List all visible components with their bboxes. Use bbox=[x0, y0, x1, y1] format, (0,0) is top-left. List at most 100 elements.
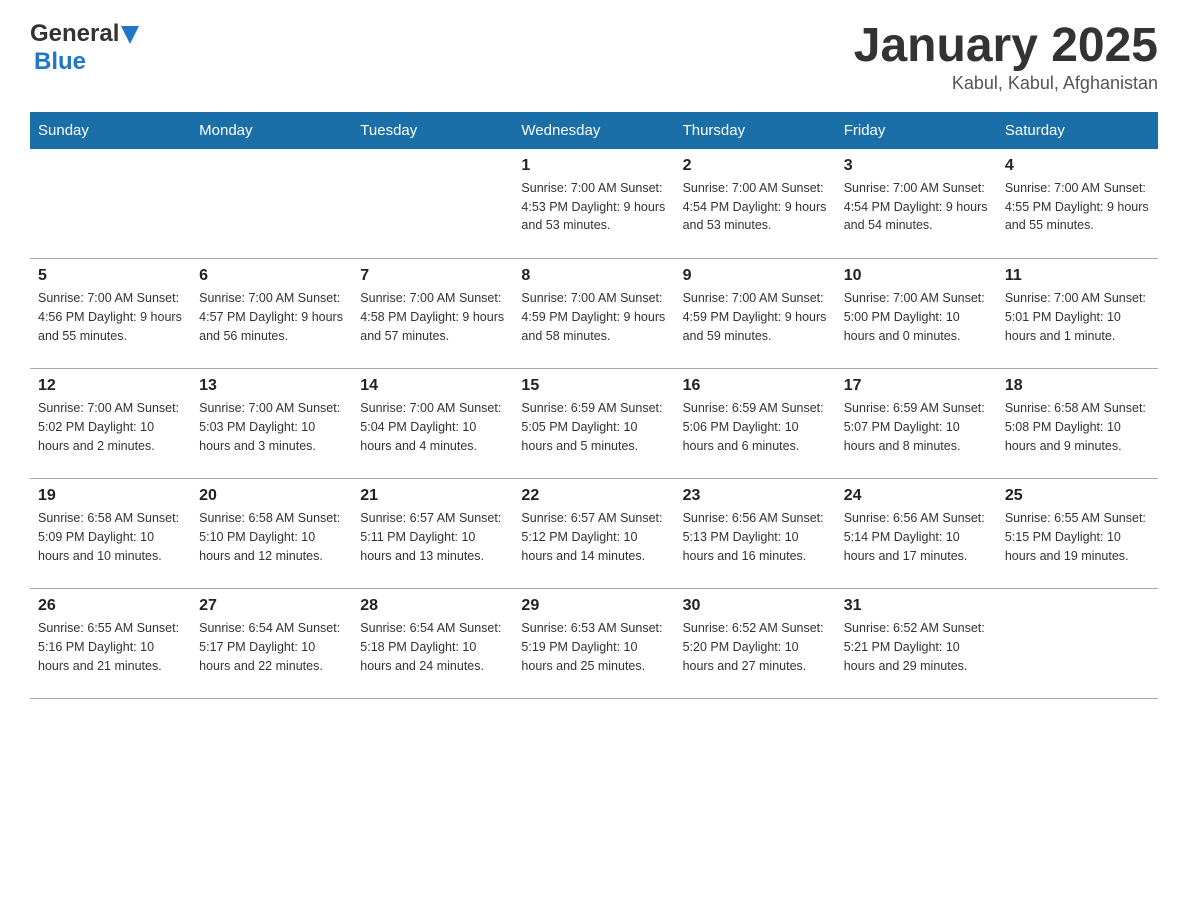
page-header: General Blue January 2025 Kabul, Kabul, … bbox=[30, 20, 1158, 94]
calendar-cell: 10 Sunrise: 7:00 AM Sunset: 5:00 PM Dayli… bbox=[836, 259, 997, 369]
day-info: Sunrise: 6:53 AM Sunset: 5:19 PM Dayligh… bbox=[521, 619, 666, 675]
day-info: Sunrise: 7:00 AM Sunset: 5:02 PM Dayligh… bbox=[38, 399, 183, 455]
calendar-week-4: 19 Sunrise: 6:58 AM Sunset: 5:09 PM Dayli… bbox=[30, 479, 1158, 589]
calendar-cell: 16 Sunrise: 6:59 AM Sunset: 5:06 PM Dayli… bbox=[675, 369, 836, 479]
col-tuesday: Tuesday bbox=[352, 112, 513, 149]
calendar-week-2: 5 Sunrise: 7:00 AM Sunset: 4:56 PM Daylig… bbox=[30, 259, 1158, 369]
day-info: Sunrise: 6:55 AM Sunset: 5:15 PM Dayligh… bbox=[1005, 509, 1150, 565]
calendar-cell: 25 Sunrise: 6:55 AM Sunset: 5:15 PM Dayli… bbox=[997, 479, 1158, 589]
day-info: Sunrise: 6:55 AM Sunset: 5:16 PM Dayligh… bbox=[38, 619, 183, 675]
calendar-cell: 11 Sunrise: 7:00 AM Sunset: 5:01 PM Dayli… bbox=[997, 259, 1158, 369]
day-number: 7 bbox=[360, 267, 505, 285]
calendar-week-1: 1 Sunrise: 7:00 AM Sunset: 4:53 PM Daylig… bbox=[30, 149, 1158, 259]
day-number: 11 bbox=[1005, 267, 1150, 285]
day-info: Sunrise: 7:00 AM Sunset: 4:53 PM Dayligh… bbox=[521, 179, 666, 235]
day-info: Sunrise: 7:00 AM Sunset: 4:54 PM Dayligh… bbox=[844, 179, 989, 235]
calendar-subtitle: Kabul, Kabul, Afghanistan bbox=[854, 73, 1158, 94]
day-number: 20 bbox=[199, 487, 344, 505]
calendar-cell bbox=[30, 149, 191, 259]
day-info: Sunrise: 6:54 AM Sunset: 5:17 PM Dayligh… bbox=[199, 619, 344, 675]
day-info: Sunrise: 6:56 AM Sunset: 5:13 PM Dayligh… bbox=[683, 509, 828, 565]
calendar-cell: 28 Sunrise: 6:54 AM Sunset: 5:18 PM Dayli… bbox=[352, 589, 513, 699]
calendar-body: 1 Sunrise: 7:00 AM Sunset: 4:53 PM Daylig… bbox=[30, 149, 1158, 699]
calendar-cell: 8Sunrise: 7:00 AM Sunset: 4:59 PM Daylig… bbox=[513, 259, 674, 369]
calendar-cell: 26 Sunrise: 6:55 AM Sunset: 5:16 PM Dayli… bbox=[30, 589, 191, 699]
calendar-cell: 3 Sunrise: 7:00 AM Sunset: 4:54 PM Daylig… bbox=[836, 149, 997, 259]
day-number: 22 bbox=[521, 487, 666, 505]
day-info: Sunrise: 6:52 AM Sunset: 5:20 PM Dayligh… bbox=[683, 619, 828, 675]
day-number: 30 bbox=[683, 597, 828, 615]
calendar-cell: 14Sunrise: 7:00 AM Sunset: 5:04 PM Dayli… bbox=[352, 369, 513, 479]
calendar-cell: 31Sunrise: 6:52 AM Sunset: 5:21 PM Dayli… bbox=[836, 589, 997, 699]
day-info: Sunrise: 7:00 AM Sunset: 5:04 PM Dayligh… bbox=[360, 399, 505, 455]
day-info: Sunrise: 6:57 AM Sunset: 5:11 PM Dayligh… bbox=[360, 509, 505, 565]
day-number: 27 bbox=[199, 597, 344, 615]
day-info: Sunrise: 7:00 AM Sunset: 5:00 PM Dayligh… bbox=[844, 289, 989, 345]
calendar-cell bbox=[352, 149, 513, 259]
calendar-cell: 29 Sunrise: 6:53 AM Sunset: 5:19 PM Dayli… bbox=[513, 589, 674, 699]
day-info: Sunrise: 6:58 AM Sunset: 5:10 PM Dayligh… bbox=[199, 509, 344, 565]
day-info: Sunrise: 7:00 AM Sunset: 4:57 PM Dayligh… bbox=[199, 289, 344, 345]
col-monday: Monday bbox=[191, 112, 352, 149]
day-info: Sunrise: 6:59 AM Sunset: 5:07 PM Dayligh… bbox=[844, 399, 989, 455]
day-number: 3 bbox=[844, 157, 989, 175]
day-info: Sunrise: 6:56 AM Sunset: 5:14 PM Dayligh… bbox=[844, 509, 989, 565]
calendar-cell bbox=[191, 149, 352, 259]
day-info: Sunrise: 7:00 AM Sunset: 5:03 PM Dayligh… bbox=[199, 399, 344, 455]
day-info: Sunrise: 7:00 AM Sunset: 4:55 PM Dayligh… bbox=[1005, 179, 1150, 235]
day-info: Sunrise: 6:58 AM Sunset: 5:08 PM Dayligh… bbox=[1005, 399, 1150, 455]
day-number: 25 bbox=[1005, 487, 1150, 505]
logo: General Blue bbox=[30, 20, 139, 76]
calendar-cell: 1 Sunrise: 7:00 AM Sunset: 4:53 PM Daylig… bbox=[513, 149, 674, 259]
day-number: 28 bbox=[360, 597, 505, 615]
day-info: Sunrise: 6:59 AM Sunset: 5:06 PM Dayligh… bbox=[683, 399, 828, 455]
calendar-cell: 4Sunrise: 7:00 AM Sunset: 4:55 PM Daylig… bbox=[997, 149, 1158, 259]
calendar-cell: 9 Sunrise: 7:00 AM Sunset: 4:59 PM Daylig… bbox=[675, 259, 836, 369]
day-number: 26 bbox=[38, 597, 183, 615]
col-thursday: Thursday bbox=[675, 112, 836, 149]
day-info: Sunrise: 7:00 AM Sunset: 4:59 PM Dayligh… bbox=[683, 289, 828, 345]
calendar-cell: 19 Sunrise: 6:58 AM Sunset: 5:09 PM Dayli… bbox=[30, 479, 191, 589]
calendar-cell: 20 Sunrise: 6:58 AM Sunset: 5:10 PM Dayli… bbox=[191, 479, 352, 589]
calendar-cell: 7 Sunrise: 7:00 AM Sunset: 4:58 PM Daylig… bbox=[352, 259, 513, 369]
day-info: Sunrise: 7:00 AM Sunset: 4:54 PM Dayligh… bbox=[683, 179, 828, 235]
day-number: 2 bbox=[683, 157, 828, 175]
day-info: Sunrise: 6:54 AM Sunset: 5:18 PM Dayligh… bbox=[360, 619, 505, 675]
day-info: Sunrise: 6:59 AM Sunset: 5:05 PM Dayligh… bbox=[521, 399, 666, 455]
day-number: 5 bbox=[38, 267, 183, 285]
day-number: 18 bbox=[1005, 377, 1150, 395]
day-number: 6 bbox=[199, 267, 344, 285]
logo-triangle-icon bbox=[121, 26, 139, 44]
day-number: 9 bbox=[683, 267, 828, 285]
calendar-cell: 23Sunrise: 6:56 AM Sunset: 5:13 PM Dayli… bbox=[675, 479, 836, 589]
calendar-cell: 18 Sunrise: 6:58 AM Sunset: 5:08 PM Dayli… bbox=[997, 369, 1158, 479]
day-number: 16 bbox=[683, 377, 828, 395]
day-info: Sunrise: 6:57 AM Sunset: 5:12 PM Dayligh… bbox=[521, 509, 666, 565]
logo-blue-text: Blue bbox=[34, 48, 86, 75]
day-info: Sunrise: 6:58 AM Sunset: 5:09 PM Dayligh… bbox=[38, 509, 183, 565]
calendar-cell: 17 Sunrise: 6:59 AM Sunset: 5:07 PM Dayli… bbox=[836, 369, 997, 479]
day-number: 13 bbox=[199, 377, 344, 395]
day-number: 1 bbox=[521, 157, 666, 175]
title-block: January 2025 Kabul, Kabul, Afghanistan bbox=[854, 20, 1158, 94]
calendar-cell: 21 Sunrise: 6:57 AM Sunset: 5:11 PM Dayli… bbox=[352, 479, 513, 589]
col-saturday: Saturday bbox=[997, 112, 1158, 149]
day-info: Sunrise: 7:00 AM Sunset: 5:01 PM Dayligh… bbox=[1005, 289, 1150, 345]
calendar-week-3: 12 Sunrise: 7:00 AM Sunset: 5:02 PM Dayli… bbox=[30, 369, 1158, 479]
day-number: 10 bbox=[844, 267, 989, 285]
calendar-cell: 27 Sunrise: 6:54 AM Sunset: 5:17 PM Dayli… bbox=[191, 589, 352, 699]
col-wednesday: Wednesday bbox=[513, 112, 674, 149]
day-number: 19 bbox=[38, 487, 183, 505]
calendar-week-5: 26 Sunrise: 6:55 AM Sunset: 5:16 PM Dayli… bbox=[30, 589, 1158, 699]
calendar-header: Sunday Monday Tuesday Wednesday Thursday… bbox=[30, 112, 1158, 149]
calendar-cell: 2 Sunrise: 7:00 AM Sunset: 4:54 PM Daylig… bbox=[675, 149, 836, 259]
day-number: 29 bbox=[521, 597, 666, 615]
day-info: Sunrise: 7:00 AM Sunset: 4:56 PM Dayligh… bbox=[38, 289, 183, 345]
day-info: Sunrise: 7:00 AM Sunset: 4:58 PM Dayligh… bbox=[360, 289, 505, 345]
day-number: 21 bbox=[360, 487, 505, 505]
day-number: 31 bbox=[844, 597, 989, 615]
day-number: 17 bbox=[844, 377, 989, 395]
day-number: 12 bbox=[38, 377, 183, 395]
calendar-cell: 6 Sunrise: 7:00 AM Sunset: 4:57 PM Daylig… bbox=[191, 259, 352, 369]
calendar-cell: 24Sunrise: 6:56 AM Sunset: 5:14 PM Dayli… bbox=[836, 479, 997, 589]
